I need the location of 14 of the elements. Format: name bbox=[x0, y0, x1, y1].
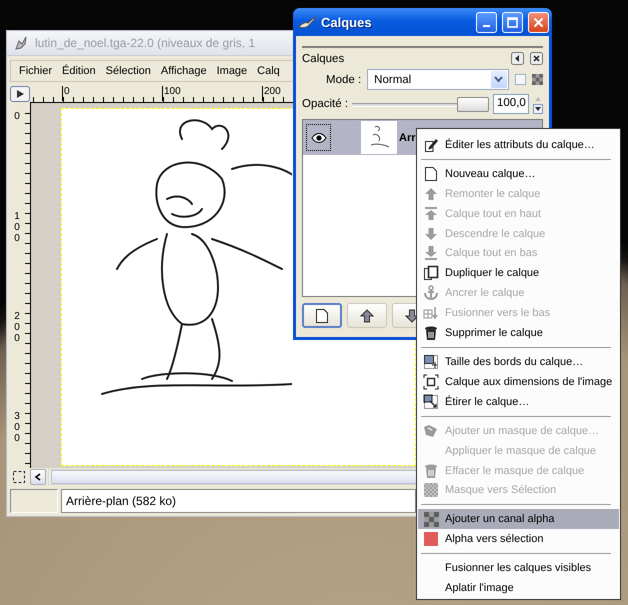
ruler-label: 0 bbox=[62, 86, 70, 101]
status-text: Arrière-plan (582 ko) bbox=[61, 488, 416, 513]
window-title: lutin_de_noel.tga-22.0 (niveaux de gris, 1 bbox=[35, 36, 256, 50]
mode-label: Mode : bbox=[326, 74, 362, 86]
ruler-label: 100 bbox=[162, 86, 181, 101]
window-title: Calques bbox=[321, 14, 373, 30]
ruler-label: 200 bbox=[13, 310, 21, 344]
dock-tab-label: Calques bbox=[302, 52, 346, 64]
opacity-label: Opacité : bbox=[302, 98, 348, 110]
layer-name: Arr bbox=[399, 132, 416, 144]
ruler-label: 100 bbox=[13, 210, 21, 244]
ruler-label: 0 bbox=[13, 110, 21, 122]
ruler-label: 300 bbox=[13, 410, 21, 444]
ruler-label: 200 bbox=[262, 86, 281, 101]
